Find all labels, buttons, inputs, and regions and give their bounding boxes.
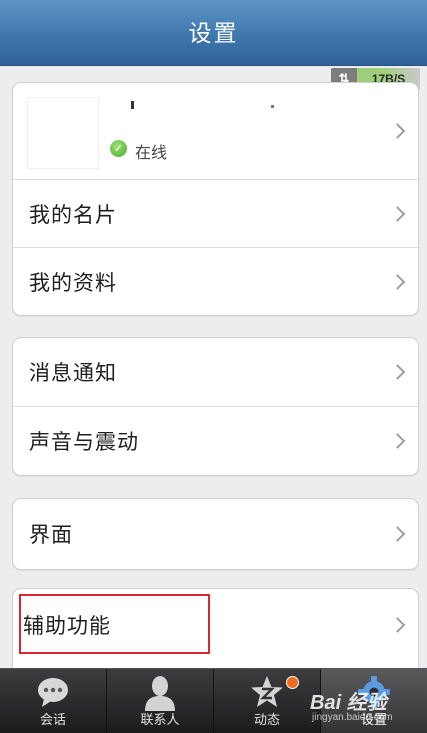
highlight-annotation-box xyxy=(19,594,210,654)
chevron-right-icon xyxy=(389,123,406,139)
watermark-url: jingyan.baidu.com xyxy=(312,712,393,723)
watermark-logo-text: Bai 经验 xyxy=(310,692,387,714)
page-title: 设置 xyxy=(188,21,239,47)
my-card-row[interactable]: 我的名片 xyxy=(13,179,418,247)
avatar xyxy=(27,97,99,169)
row-label: 界面 xyxy=(29,523,73,547)
nickname-mark xyxy=(131,101,134,109)
baidu-watermark: Bai 经验 jingyan.baidu.com xyxy=(310,686,420,730)
tab-label: 联系人 xyxy=(140,713,180,728)
online-status: 在线 xyxy=(135,143,168,162)
chevron-right-icon xyxy=(389,364,406,380)
chevron-right-icon xyxy=(389,273,406,290)
tab-moments[interactable]: 动态 xyxy=(214,669,321,733)
interface-group: 界面 xyxy=(12,498,419,570)
tab-label: 会话 xyxy=(39,713,66,728)
my-profile-row[interactable]: 我的资料 xyxy=(13,247,418,315)
qzone-star-icon xyxy=(251,676,283,707)
tab-label: 动态 xyxy=(253,713,280,728)
tab-conversations[interactable]: 会话 xyxy=(0,669,107,733)
chat-bubble-icon xyxy=(38,678,68,707)
title-bar: 设置 xyxy=(0,0,427,66)
message-notification-row[interactable]: 消息通知 xyxy=(13,338,418,406)
contact-person-icon xyxy=(145,676,175,711)
row-label: 消息通知 xyxy=(29,361,117,385)
notification-group: 消息通知 声音与震动 xyxy=(12,337,419,476)
online-check-icon: ✓ xyxy=(110,140,127,157)
row-label: 我的名片 xyxy=(29,202,117,227)
profile-row[interactable]: ✓ 在线 xyxy=(13,83,418,179)
chevron-right-icon xyxy=(389,617,406,633)
tab-contacts[interactable]: 联系人 xyxy=(107,669,214,733)
interface-row[interactable]: 界面 xyxy=(13,499,418,569)
chevron-right-icon xyxy=(389,205,406,222)
row-label: 声音与震动 xyxy=(29,430,139,454)
chevron-right-icon xyxy=(389,433,406,449)
account-group: ✓ 在线 我的名片 我的资料 xyxy=(12,82,419,316)
row-label: 我的资料 xyxy=(29,270,117,295)
new-activity-badge xyxy=(286,676,299,689)
nickname-mark-end xyxy=(271,105,274,108)
sound-vibration-row[interactable]: 声音与震动 xyxy=(13,406,418,475)
chevron-right-icon xyxy=(389,526,406,542)
